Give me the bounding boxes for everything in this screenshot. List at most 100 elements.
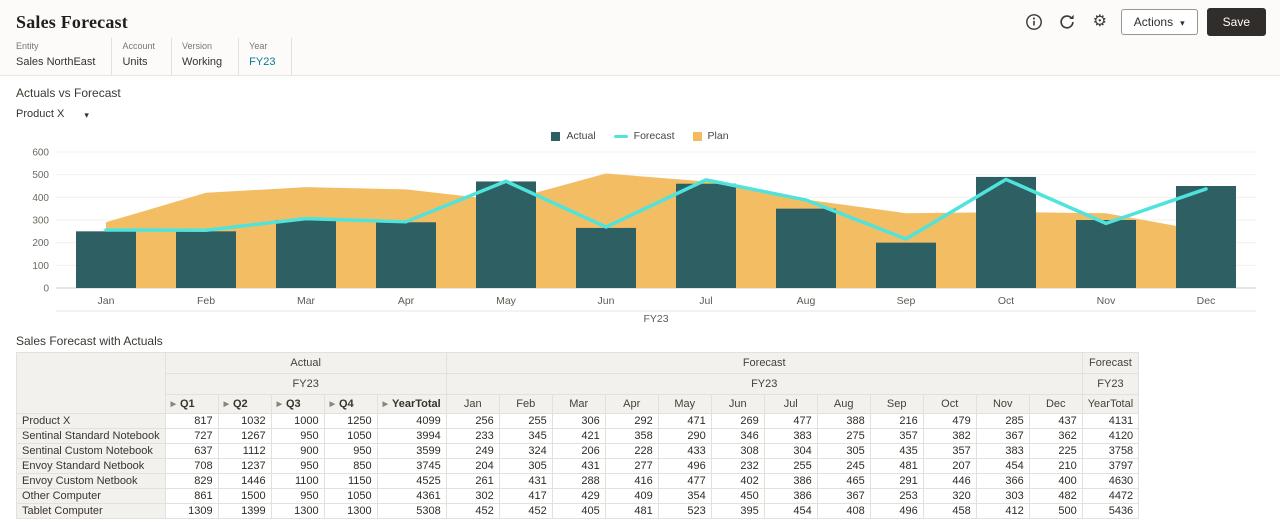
grid-cell[interactable]: 1446 [217,473,272,489]
grid-cell[interactable]: 3745 [376,458,447,474]
actions-button[interactable]: Actions ▾ [1120,9,1198,35]
grid-cell[interactable]: 1300 [270,503,325,519]
row-header[interactable]: Sentinal Custom Notebook [16,443,166,459]
grid-cell[interactable]: 225 [1028,443,1083,459]
grid-cell[interactable]: 216 [869,413,924,429]
row-header[interactable]: Other Computer [16,488,166,504]
grid-cell[interactable]: 290 [657,428,712,444]
grid-cell[interactable]: 5436 [1081,503,1140,519]
grid-cell[interactable]: 256 [445,413,500,429]
grid-cell[interactable]: 245 [816,458,871,474]
grid-cell[interactable]: 3797 [1081,458,1140,474]
grid-cell[interactable]: 454 [975,458,1030,474]
grid-cell[interactable]: 452 [498,503,553,519]
grid-cell[interactable]: 861 [164,488,219,504]
grid-cell[interactable]: 308 [710,443,765,459]
grid-cell[interactable]: 446 [922,473,977,489]
grid-cell[interactable]: 400 [1028,473,1083,489]
column-header-q1[interactable]: ▶ Q1 [164,394,219,414]
grid-cell[interactable]: 1237 [217,458,272,474]
grid-cell[interactable]: 207 [922,458,977,474]
grid-cell[interactable]: 305 [816,443,871,459]
grid-cell[interactable]: 204 [445,458,500,474]
grid-cell[interactable]: 346 [710,428,765,444]
grid-cell[interactable]: 4099 [376,413,447,429]
grid-cell[interactable]: 288 [551,473,606,489]
grid-cell[interactable]: 523 [657,503,712,519]
grid-cell[interactable]: 292 [604,413,659,429]
grid-cell[interactable]: 1112 [217,443,272,459]
grid-cell[interactable]: 4131 [1081,413,1140,429]
grid-cell[interactable]: 367 [975,428,1030,444]
grid-cell[interactable]: 3994 [376,428,447,444]
grid-cell[interactable]: 409 [604,488,659,504]
grid-cell[interactable]: 950 [270,458,325,474]
grid-cell[interactable]: 496 [869,503,924,519]
grid-cell[interactable]: 500 [1028,503,1083,519]
grid-cell[interactable]: 452 [445,503,500,519]
grid-cell[interactable]: 277 [604,458,659,474]
pov-item-version[interactable]: Version Working [172,38,240,75]
row-header[interactable]: Sentinal Standard Notebook [16,428,166,444]
grid-cell[interactable]: 1150 [323,473,378,489]
grid-cell[interactable]: 950 [270,428,325,444]
grid-cell[interactable]: 637 [164,443,219,459]
grid-cell[interactable]: 275 [816,428,871,444]
grid-cell[interactable]: 850 [323,458,378,474]
grid-cell[interactable]: 417 [498,488,553,504]
save-button[interactable]: Save [1206,8,1266,36]
grid-cell[interactable]: 458 [922,503,977,519]
grid-cell[interactable]: 388 [816,413,871,429]
product-selector[interactable]: Product X ▾ [16,106,89,120]
grid-cell[interactable]: 727 [164,428,219,444]
grid-cell[interactable]: 255 [498,413,553,429]
grid-cell[interactable]: 302 [445,488,500,504]
grid-cell[interactable]: 357 [869,428,924,444]
grid-cell[interactable]: 4472 [1081,488,1140,504]
grid-cell[interactable]: 324 [498,443,553,459]
grid-cell[interactable]: 4120 [1081,428,1140,444]
grid-cell[interactable]: 433 [657,443,712,459]
grid-cell[interactable]: 255 [763,458,818,474]
grid-cell[interactable]: 4630 [1081,473,1140,489]
grid-cell[interactable]: 408 [816,503,871,519]
grid-cell[interactable]: 412 [975,503,1030,519]
column-header-q3[interactable]: ▶ Q3 [270,394,325,414]
pov-item-year[interactable]: Year FY23 [239,38,293,75]
refresh-icon[interactable] [1055,10,1079,34]
grid-cell[interactable]: 362 [1028,428,1083,444]
grid-cell[interactable]: 386 [763,488,818,504]
grid-cell[interactable]: 285 [975,413,1030,429]
grid-cell[interactable]: 482 [1028,488,1083,504]
grid-cell[interactable]: 1250 [323,413,378,429]
grid-cell[interactable]: 950 [323,443,378,459]
grid-cell[interactable]: 817 [164,413,219,429]
legend-item-actual[interactable]: Actual [551,130,596,142]
grid-cell[interactable]: 1309 [164,503,219,519]
grid-cell[interactable]: 1032 [217,413,272,429]
grid-cell[interactable]: 1399 [217,503,272,519]
grid-cell[interactable]: 395 [710,503,765,519]
grid-cell[interactable]: 3758 [1081,443,1140,459]
grid-cell[interactable]: 1050 [323,488,378,504]
grid-cell[interactable]: 429 [551,488,606,504]
grid-cell[interactable]: 253 [869,488,924,504]
grid-cell[interactable]: 1100 [270,473,325,489]
column-header-q2[interactable]: ▶ Q2 [217,394,272,414]
grid-cell[interactable]: 3599 [376,443,447,459]
grid-cell[interactable]: 481 [604,503,659,519]
grid-cell[interactable]: 431 [551,458,606,474]
info-icon[interactable] [1022,10,1046,34]
grid-cell[interactable]: 4525 [376,473,447,489]
column-header-q4[interactable]: ▶ Q4 [323,394,378,414]
grid-cell[interactable]: 1050 [323,428,378,444]
grid-cell[interactable]: 431 [498,473,553,489]
grid-cell[interactable]: 4361 [376,488,447,504]
grid-cell[interactable]: 465 [816,473,871,489]
grid-cell[interactable]: 383 [763,428,818,444]
grid-cell[interactable]: 496 [657,458,712,474]
grid-cell[interactable]: 269 [710,413,765,429]
row-header[interactable]: Envoy Standard Netbook [16,458,166,474]
grid-cell[interactable]: 367 [816,488,871,504]
pov-item-entity[interactable]: Entity Sales NorthEast [16,38,113,75]
